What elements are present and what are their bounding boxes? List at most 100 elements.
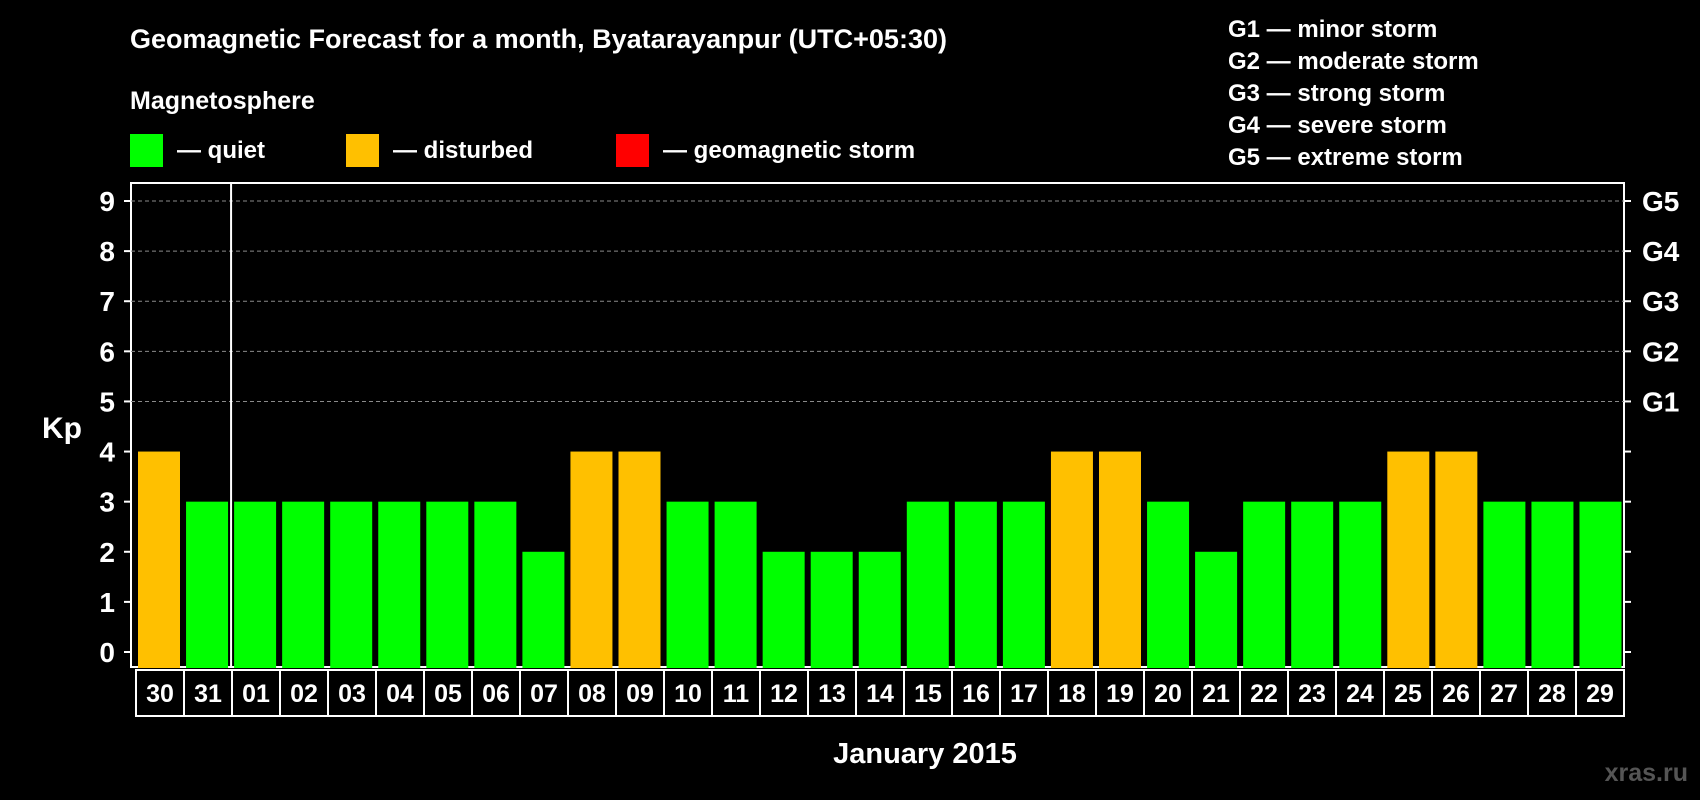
section-label: Magnetosphere [130,87,315,115]
bar [1531,501,1574,668]
grid-lines [131,200,1624,402]
x-tick-label: 10 [674,680,702,708]
bar [954,501,997,668]
bar [186,501,229,668]
x-axis-label: January 2015 [833,738,1017,770]
geomagnetic-chart: Geomagnetic Forecast for a month, Byatar… [42,16,1688,787]
x-tick-label: 14 [866,680,894,708]
bar [858,551,901,668]
y-axis-label: Kp [42,412,82,445]
chart-title: Geomagnetic Forecast for a month, Byatar… [130,24,947,54]
storm-level-label: G3 [1642,286,1679,317]
storm-level-label: G2 [1642,336,1679,367]
y-tick-label: 4 [99,437,115,468]
bar [618,451,661,668]
bar [1195,551,1238,668]
bar [1435,451,1478,668]
x-tick-label: 20 [1154,680,1182,708]
bar [1291,501,1334,668]
x-tick-label: 16 [962,680,990,708]
x-tick-label: 17 [1010,680,1038,708]
x-axis: 30 31 01 02 03 04 05 06 07 08 09 10 11 12 13 14 15 16 17 18… [135,669,1625,717]
x-tick-label: 08 [578,680,606,708]
storm-level-label: G1 [1642,386,1679,417]
storm-level-label: G4 [1642,236,1680,267]
storm-scale-g2: G2 — moderate storm [1228,48,1479,75]
x-tick-label: 22 [1250,680,1278,708]
watermark: xras.ru [1605,759,1688,787]
y-tick-label: 8 [99,236,115,267]
storm-scale-g3: G3 — strong storm [1228,80,1445,107]
x-tick-label: 30 [146,680,174,708]
bar [522,551,565,668]
x-tick-label: 27 [1490,680,1518,708]
bar [1147,501,1190,668]
bar [1002,501,1045,668]
x-tick-label: 25 [1394,680,1422,708]
x-tick-label: 06 [482,680,510,708]
x-tick-label: 15 [914,680,942,708]
storm-scale-g5: G5 — extreme storm [1228,144,1463,171]
x-tick-label: 02 [290,680,318,708]
bar [1387,451,1430,668]
legend-quiet-swatch [130,134,163,167]
x-tick-label: 21 [1202,680,1230,708]
y-tick-label: 2 [99,537,115,568]
legend-storm-swatch [616,134,649,167]
bar [1339,501,1382,668]
legend-storm-label: — geomagnetic storm [663,137,915,164]
bar [666,501,709,668]
legend: — quiet — disturbed — geomagnetic storm [130,134,915,167]
bar [762,551,805,668]
x-tick-label: 28 [1538,680,1566,708]
bar [378,501,421,668]
bar [1579,501,1622,668]
bar [570,451,613,668]
x-tick-label: 24 [1346,680,1374,708]
bar [1483,501,1526,668]
bar [426,501,469,668]
x-tick-label: 09 [626,680,654,708]
x-tick-label: 18 [1058,680,1086,708]
x-tick-label: 13 [818,680,846,708]
storm-scale-g1: G1 — minor storm [1228,16,1437,43]
y-tick-label: 0 [99,637,115,668]
x-tick-label: 01 [242,680,270,708]
bar [1243,501,1286,668]
bar [906,501,949,668]
bar [138,451,180,668]
storm-scale-g4: G4 — severe storm [1228,112,1447,139]
x-tick-label: 29 [1586,680,1614,708]
legend-quiet-label: — quiet [177,137,265,164]
bar [282,501,325,668]
x-tick-label: 07 [530,680,558,708]
bar [474,501,517,668]
legend-disturbed-swatch [346,134,379,167]
x-tick-label: 05 [434,680,462,708]
legend-disturbed-label: — disturbed [393,137,533,164]
y-tick-label: 9 [99,186,115,217]
x-tick-label: 04 [386,680,414,708]
x-tick-label: 31 [194,680,222,708]
y-tick-label: 1 [99,587,115,618]
y-axis-left: 0 1 2 3 4 5 6 7 8 9 [99,186,131,668]
x-tick-label: 12 [770,680,798,708]
x-tick-label: 03 [338,680,366,708]
x-tick-label: 11 [723,680,750,708]
storm-scale-legend: G1 — minor storm G2 — moderate storm G3 … [1228,16,1479,171]
bars [138,451,1622,668]
storm-level-label: G5 [1642,186,1679,217]
y-axis-right: G1 G2 G3 G4 G5 [1624,186,1680,653]
bar [330,501,373,668]
bar [1099,451,1141,668]
y-tick-label: 5 [99,386,115,417]
x-tick-label: 26 [1442,680,1470,708]
bar [234,501,277,668]
bar [810,551,853,668]
bar [1050,451,1093,668]
bar [714,501,757,668]
x-tick-label: 19 [1106,680,1134,708]
y-tick-label: 6 [99,336,115,367]
x-tick-label: 23 [1298,680,1326,708]
y-tick-label: 3 [99,487,115,518]
